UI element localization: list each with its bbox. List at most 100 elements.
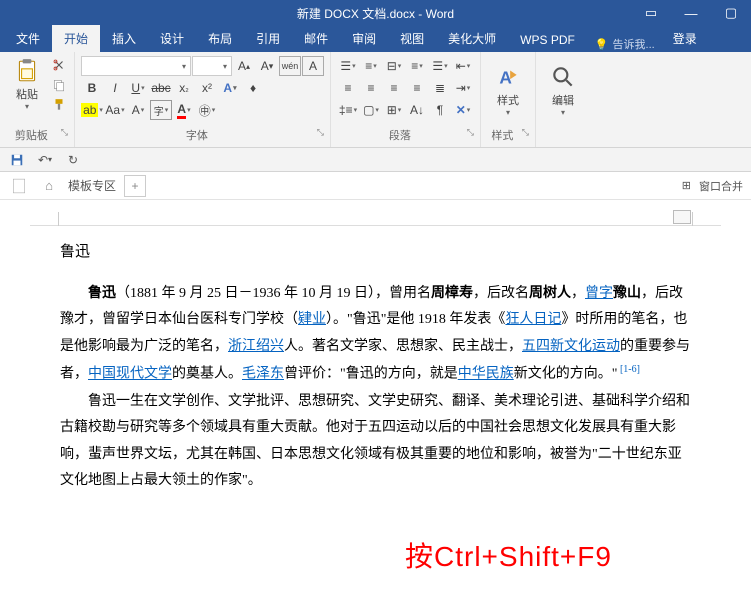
tab-wpspdf[interactable]: WPS PDF (508, 28, 587, 52)
link-yiye[interactable]: 肄业 (298, 312, 326, 327)
circle-char-button[interactable]: ㊥ (196, 100, 218, 120)
citation-ref[interactable]: [1-6] (617, 364, 640, 375)
dropdown-icon: ▾ (25, 102, 29, 111)
tab-review[interactable]: 审阅 (340, 25, 388, 52)
editing-button[interactable]: 编辑 ▾ (542, 62, 584, 117)
phonetic-guide-button[interactable]: wén (279, 56, 301, 76)
document-body[interactable]: 鲁迅 鲁迅（1881 年 9 月 25 日－1936 年 10 月 19 日），… (60, 238, 691, 495)
align-l-button[interactable]: ≡ (337, 78, 359, 98)
brush-icon (52, 98, 66, 112)
highlight-button[interactable]: ab (81, 100, 103, 120)
dec-indent-button[interactable]: ⇤ (452, 56, 474, 76)
strikethrough-button[interactable]: abc (150, 78, 172, 98)
ribbon-tabs: 文件 开始 插入 设计 布局 引用 邮件 审阅 视图 美化大师 WPS PDF … (0, 26, 751, 52)
tab-design[interactable]: 设计 (148, 25, 196, 52)
text-effects-button[interactable]: A (219, 78, 241, 98)
template-tab[interactable]: 模板专区 (68, 177, 116, 194)
borders-button[interactable]: ⊞ (383, 100, 405, 120)
login-button[interactable]: 登录 (663, 25, 707, 52)
styles-icon: A (495, 64, 521, 90)
styles-label: 样式 (491, 130, 513, 142)
clear-format-button[interactable]: ♦ (242, 78, 264, 98)
char-border-button[interactable]: 字 (150, 100, 172, 120)
superscript-button[interactable]: x² (196, 78, 218, 98)
styles-button[interactable]: A 样式 ▾ (487, 62, 529, 117)
restore-icon[interactable]: ▢ (711, 0, 751, 26)
tab-view[interactable]: 视图 (388, 25, 436, 52)
font-color-button[interactable]: A (173, 100, 195, 120)
quick-access-toolbar: ↶ ▾ ↻ (0, 148, 751, 172)
scissors-icon (52, 58, 66, 72)
link-shaoxing[interactable]: 绍兴 (256, 339, 284, 354)
tell-me-search[interactable]: 💡 告诉我... (587, 36, 663, 52)
char-shading-button[interactable]: A (127, 100, 149, 120)
font-size-combo[interactable]: ▾ (192, 56, 232, 76)
align-j-button[interactable]: ≡ (406, 78, 428, 98)
paragraph-launcher[interactable]: ⤡ (467, 127, 474, 138)
link-kuangren[interactable]: 狂人日记 (505, 312, 561, 327)
minimize-icon[interactable]: — (671, 0, 711, 26)
document-page: 鲁迅 鲁迅（1881 年 9 月 25 日－1936 年 10 月 19 日），… (0, 200, 751, 495)
subscript-button[interactable]: x₂ (173, 78, 195, 98)
distribute-button[interactable]: ≣ (429, 78, 451, 98)
shrink-font-button[interactable]: A▾ (256, 56, 278, 76)
tab-insert[interactable]: 插入 (100, 25, 148, 52)
ribbon: 粘贴 ▾ 剪贴板⤡ ▾ ▾ A▴ A▾ wén A (0, 52, 751, 148)
tab-layout[interactable]: 布局 (196, 25, 244, 52)
paste-button[interactable]: 粘贴 ▾ (6, 56, 48, 111)
cn-layout-button[interactable]: ✕ (452, 100, 474, 120)
undo-button[interactable]: ↶ ▾ (36, 151, 54, 169)
numbering-button[interactable]: ≡ (360, 56, 382, 76)
group-paragraph: ☰ ≡ ⊟ ≡ ☰ ⇤ ≡ ≡ ≡ ≡ ≣ ⇥ ‡≡ ▢ (331, 52, 481, 147)
copy-button[interactable] (50, 76, 68, 94)
home-tab-button[interactable]: ⌂ (38, 175, 60, 197)
tab-home[interactable]: 开始 (52, 25, 100, 52)
bold-button[interactable]: B (81, 78, 103, 98)
align-left-button[interactable]: ≡ (406, 56, 428, 76)
link-mao[interactable]: 毛泽东 (242, 367, 284, 382)
grow-font-button[interactable]: A▴ (233, 56, 255, 76)
show-marks-button[interactable]: ¶ (429, 100, 451, 120)
sort-button[interactable]: A↓ (406, 100, 428, 120)
underline-button[interactable]: U (127, 78, 149, 98)
align-r-button[interactable]: ≡ (383, 78, 405, 98)
add-tab-button[interactable]: + (124, 175, 146, 197)
ribbon-options-icon[interactable]: ▭ (631, 0, 671, 26)
italic-button[interactable]: I (104, 78, 126, 98)
inc-indent-button[interactable]: ⇥ (452, 78, 474, 98)
new-doc-tab[interactable] (8, 175, 30, 197)
group-styles: A 样式 ▾ 样式 ⤡ (481, 52, 536, 147)
tab-beautify[interactable]: 美化大师 (436, 25, 508, 52)
tab-file[interactable]: 文件 (4, 25, 52, 52)
multilevel-button[interactable]: ⊟ (383, 56, 405, 76)
format-painter-button[interactable] (50, 96, 68, 114)
link-wusi[interactable]: 五四新文化运动 (522, 339, 620, 354)
enclose-char-button[interactable]: A (302, 56, 324, 76)
save-button[interactable] (8, 151, 26, 169)
save-icon (10, 153, 24, 167)
window-merge-button[interactable]: 窗口合并 (699, 178, 743, 194)
title-bar: 新建 DOCX 文档.docx - Word ▭ — ▢ (0, 0, 751, 26)
link-zhonghua[interactable]: 中华民族 (458, 367, 514, 382)
clipboard-launcher[interactable]: ⤡ (61, 127, 68, 138)
change-case-button[interactable]: Aa (104, 100, 126, 120)
link-zengzi[interactable]: 曾字 (585, 286, 613, 301)
tab-references[interactable]: 引用 (244, 25, 292, 52)
doc-heading: 鲁迅 (60, 238, 691, 267)
bullets-button[interactable]: ☰ (337, 56, 359, 76)
shading-button[interactable]: ▢ (360, 100, 382, 120)
group-clipboard: 粘贴 ▾ 剪贴板⤡ (0, 52, 75, 147)
line-spacing-button[interactable]: ‡≡ (337, 100, 359, 120)
tab-mail[interactable]: 邮件 (292, 25, 340, 52)
link-zhejiang[interactable]: 浙江 (228, 339, 256, 354)
styles-launcher[interactable]: ⤡ (522, 127, 529, 138)
redo-button[interactable]: ↻ (64, 151, 82, 169)
font-launcher[interactable]: ⤡ (317, 127, 324, 138)
align-c-button[interactable]: ≡ (360, 78, 382, 98)
link-xiandai[interactable]: 中国现代文学 (88, 367, 172, 382)
font-name-combo[interactable]: ▾ (81, 56, 191, 76)
cut-button[interactable] (50, 56, 68, 74)
clipboard-icon (14, 58, 40, 84)
lightbulb-icon: 💡 (595, 38, 609, 51)
align-combo-button[interactable]: ☰ (429, 56, 451, 76)
